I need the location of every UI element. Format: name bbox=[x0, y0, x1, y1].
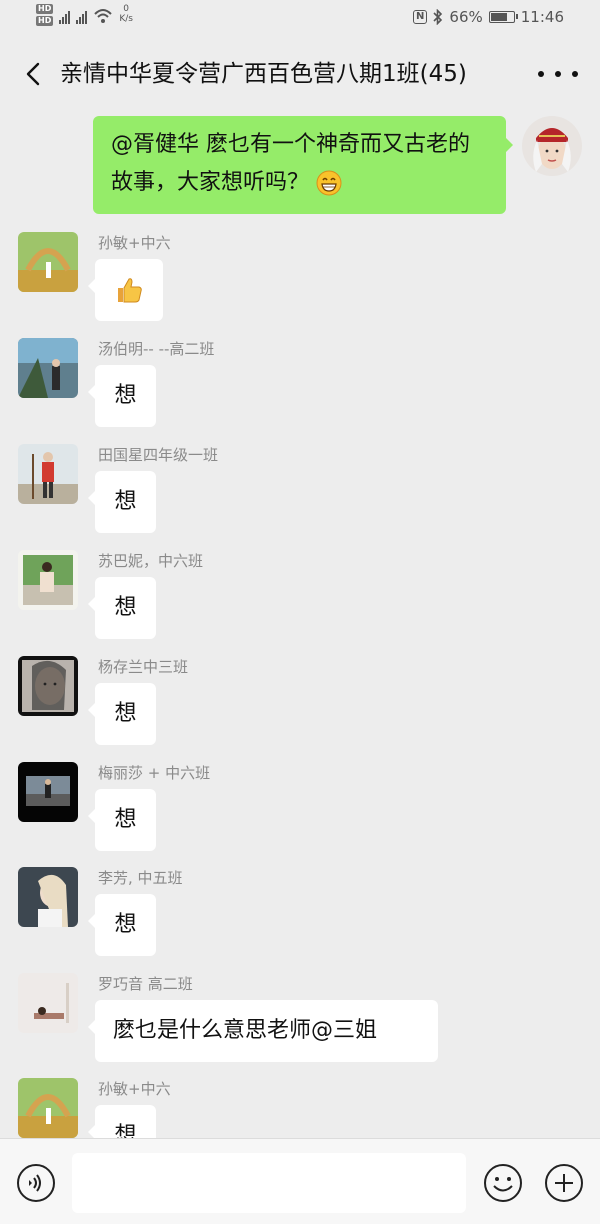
message-item: 田国星四年级一班 想 bbox=[0, 444, 600, 544]
message-item: 孙敏+中六 想 bbox=[0, 1078, 600, 1138]
more-options-icon[interactable] bbox=[538, 58, 578, 90]
message-item: 梅丽莎 + 中六班 想 bbox=[0, 762, 600, 862]
nfc-icon: N bbox=[413, 10, 428, 24]
avatar[interactable] bbox=[18, 550, 78, 610]
sender-name: 孙敏+中六 bbox=[98, 1080, 171, 1098]
message-text: 想 bbox=[114, 489, 137, 514]
message-item: 杨存兰中三班 想 bbox=[0, 656, 600, 756]
avatar-self[interactable] bbox=[522, 116, 582, 176]
hd-badge: HD bbox=[36, 4, 54, 14]
message-input[interactable] bbox=[72, 1153, 466, 1213]
message-bubble[interactable]: 想 bbox=[88, 789, 156, 851]
avatar[interactable] bbox=[18, 1078, 78, 1138]
sender-name: 汤伯明-- --高二班 bbox=[98, 340, 215, 358]
sender-name: 罗巧音 高二班 bbox=[98, 975, 193, 993]
message-text: 想 bbox=[114, 807, 137, 832]
message-bubble[interactable] bbox=[88, 259, 163, 321]
bluetooth-icon bbox=[433, 9, 443, 25]
sender-name: 梅丽莎 + 中六班 bbox=[98, 764, 211, 782]
signal-icon bbox=[76, 8, 88, 24]
avatar[interactable] bbox=[18, 656, 78, 716]
message-bubble[interactable]: 麽乜是什么意思老师@三姐 bbox=[88, 1000, 438, 1062]
message-text: 想 bbox=[114, 912, 137, 937]
grinning-face-emoji bbox=[316, 170, 342, 196]
emoji-icon[interactable] bbox=[483, 1163, 523, 1203]
wifi-icon bbox=[94, 9, 113, 23]
message-text: 麽乜是什么意思老师@三姐 bbox=[113, 1018, 378, 1043]
network-speed-value: 0 bbox=[123, 4, 130, 14]
avatar[interactable] bbox=[18, 867, 78, 927]
message-text: @胥健华 麽乜有一个神奇而又古老的故事，大家想听吗？ bbox=[111, 132, 470, 195]
message-text: 想 bbox=[114, 701, 137, 726]
battery-percent: 66% bbox=[449, 8, 483, 26]
status-right: N 66% 11:46 bbox=[413, 8, 564, 26]
sender-name: 田国星四年级一班 bbox=[98, 446, 219, 464]
back-arrow-icon[interactable] bbox=[18, 56, 48, 92]
network-speed-unit: K/s bbox=[119, 14, 133, 24]
status-bar: HD HD 0 K/s N 66% 11:46 bbox=[0, 0, 600, 38]
voice-icon[interactable] bbox=[16, 1163, 56, 1203]
sender-name: 李芳, 中五班 bbox=[98, 869, 183, 887]
message-text: 想 bbox=[114, 595, 137, 620]
message-bubble[interactable]: 想 bbox=[88, 365, 156, 427]
thumbs-up-emoji bbox=[118, 278, 142, 303]
message-bubble[interactable]: 想 bbox=[88, 894, 156, 956]
sender-name: 孙敏+中六 bbox=[98, 234, 171, 252]
plus-icon[interactable] bbox=[544, 1163, 584, 1203]
chat-title: 亲情中华夏令营广西百色营八期1班(45) bbox=[60, 61, 467, 87]
message-item: 孙敏+中六 bbox=[0, 232, 600, 332]
message-bubble[interactable]: 想 bbox=[88, 471, 156, 533]
avatar[interactable] bbox=[18, 444, 78, 504]
message-bubble[interactable]: 想 bbox=[88, 1105, 156, 1138]
sender-name: 苏巴妮，中六班 bbox=[98, 552, 204, 570]
message-list[interactable]: @胥健华 麽乜有一个神奇而又古老的故事，大家想听吗？ 孙敏+中六 汤伯明-- -… bbox=[0, 110, 600, 1138]
status-left: HD HD 0 K/s bbox=[36, 4, 133, 34]
message-text: 想 bbox=[114, 383, 137, 408]
message-bubble[interactable]: 想 bbox=[88, 683, 156, 745]
clock: 11:46 bbox=[520, 8, 564, 26]
avatar[interactable] bbox=[18, 232, 78, 292]
sender-name: 杨存兰中三班 bbox=[98, 658, 189, 676]
message-item: 苏巴妮，中六班 想 bbox=[0, 550, 600, 650]
hd-indicators: HD HD bbox=[36, 4, 54, 26]
avatar[interactable] bbox=[18, 973, 78, 1033]
message-self: @胥健华 麽乜有一个神奇而又古老的故事，大家想听吗？ bbox=[0, 110, 600, 220]
signal-icon bbox=[59, 8, 71, 24]
avatar[interactable] bbox=[18, 762, 78, 822]
message-bubble-self[interactable]: @胥健华 麽乜有一个神奇而又古老的故事，大家想听吗？ bbox=[93, 116, 513, 214]
battery-icon bbox=[488, 11, 518, 23]
message-text: 想 bbox=[114, 1123, 137, 1138]
message-item: 李芳, 中五班 想 bbox=[0, 867, 600, 967]
chat-header: 亲情中华夏令营广西百色营八期1班(45) bbox=[0, 38, 600, 110]
network-speed: 0 K/s bbox=[119, 4, 133, 24]
hd-badge: HD bbox=[36, 16, 54, 26]
input-bar bbox=[0, 1138, 600, 1224]
message-item: 汤伯明-- --高二班 想 bbox=[0, 338, 600, 438]
battery-level bbox=[490, 13, 507, 21]
message-bubble[interactable]: 想 bbox=[88, 577, 156, 639]
avatar[interactable] bbox=[18, 338, 78, 398]
message-item: 罗巧音 高二班 麽乜是什么意思老师@三姐 bbox=[0, 973, 600, 1073]
